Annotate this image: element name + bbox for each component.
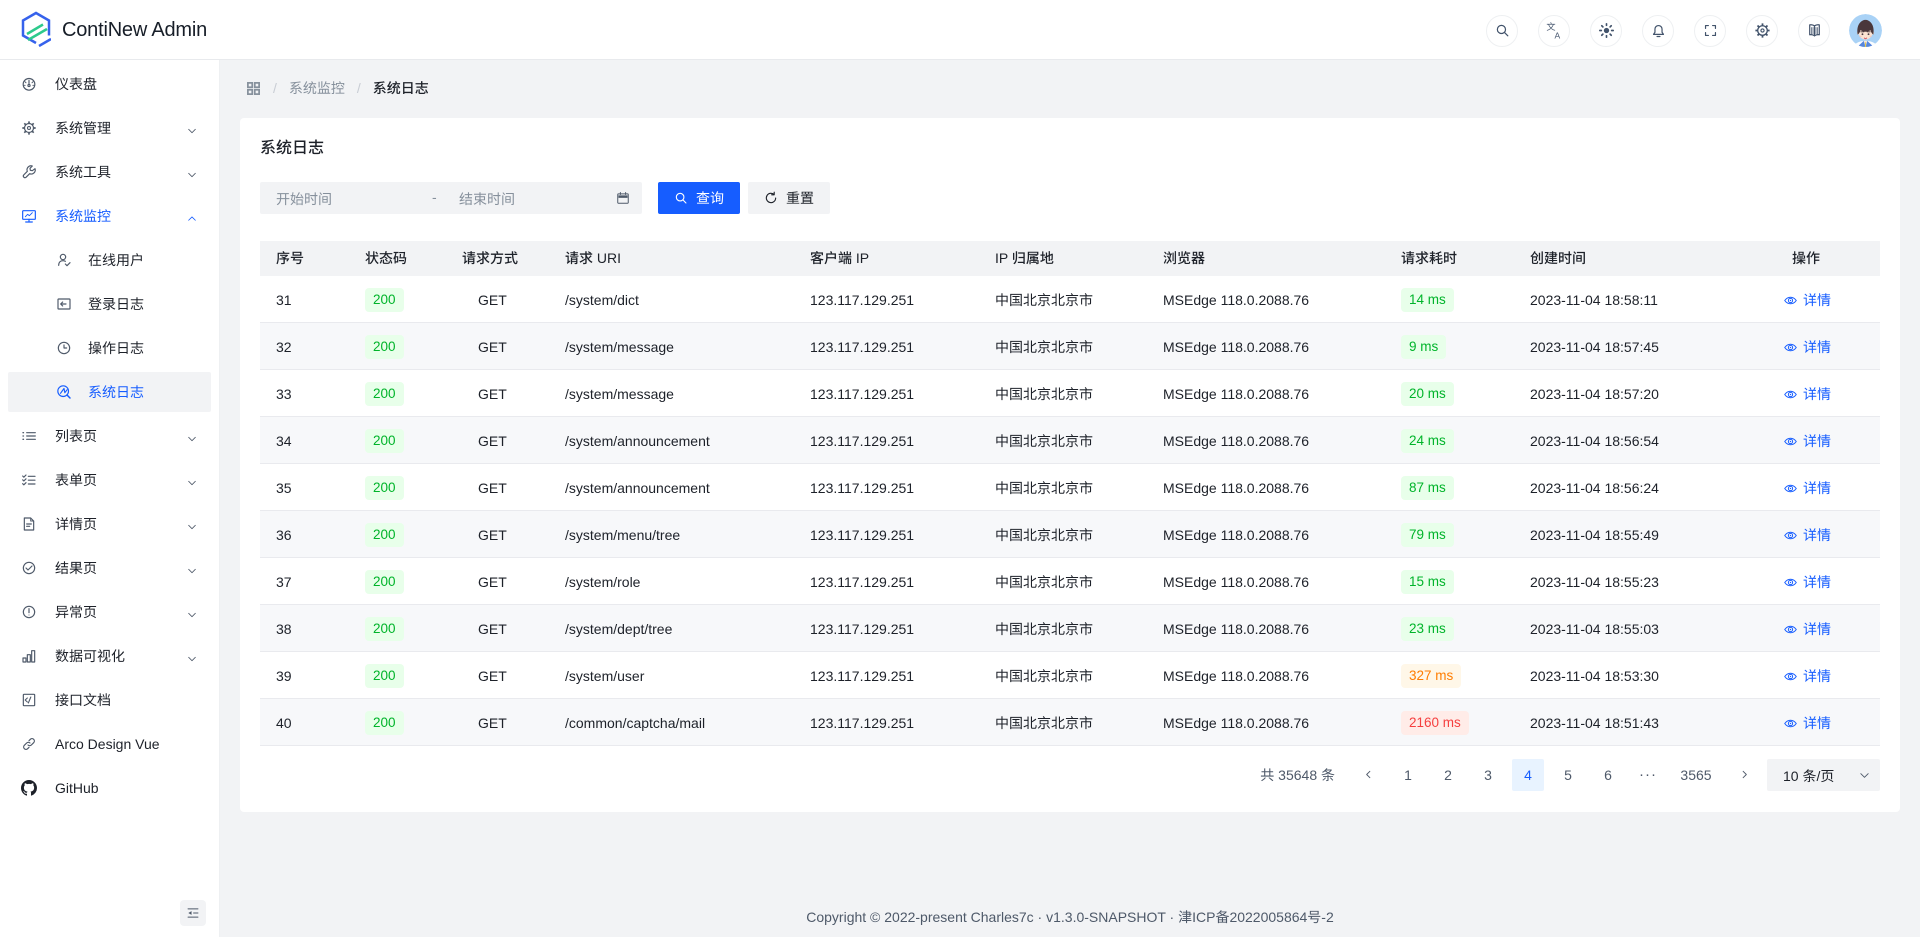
svg-text:A: A	[1554, 30, 1560, 39]
